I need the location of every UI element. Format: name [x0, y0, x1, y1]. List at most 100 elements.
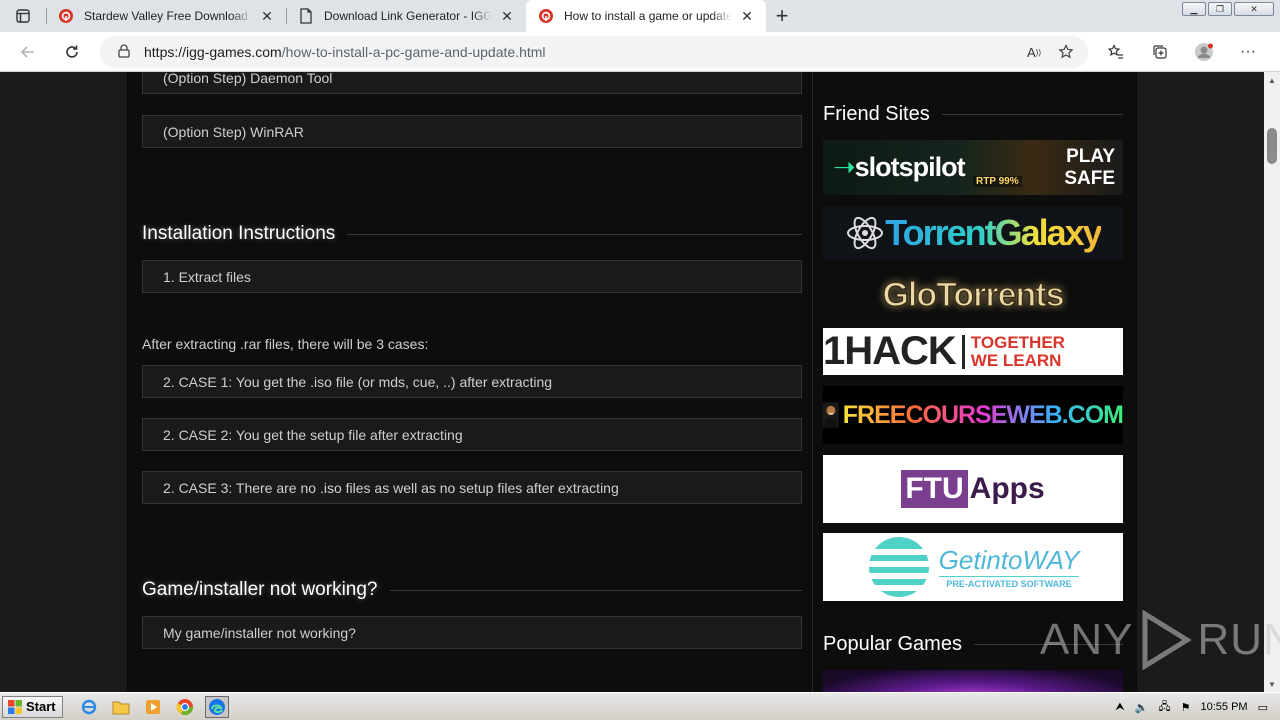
after-extract-text: After extracting .rar files, there will … [142, 336, 429, 352]
start-button[interactable]: Start [2, 695, 63, 718]
edge-taskbar-icon[interactable] [204, 695, 229, 718]
tab-separator [286, 8, 287, 24]
media-taskbar-icon[interactable] [141, 696, 165, 718]
page-icon [298, 8, 314, 24]
windows-taskbar: Start ⮝ 🔈 🖧 ⚑ 10:55 PM ▭ [0, 692, 1280, 720]
toolbar-right: ··· [1100, 36, 1264, 68]
favorites-icon[interactable] [1100, 36, 1132, 68]
back-button[interactable] [12, 36, 44, 68]
play-triangle-icon [1142, 610, 1193, 670]
case-2-item[interactable]: 2. CASE 2: You get the setup file after … [142, 418, 802, 451]
getintoway-globe-icon [868, 537, 929, 597]
getintoway-logo: GetintoWAY [938, 545, 1080, 575]
glotorrents-logo: GloTorrents [882, 275, 1066, 315]
watermark-left: ANY [1040, 615, 1134, 664]
getintoway-text: GetintoWAY PRE-ACTIVATED SOFTWARE [938, 545, 1080, 589]
tab-close-icon[interactable]: ✕ [738, 7, 756, 25]
add-favorite-icon[interactable] [1054, 40, 1078, 64]
tab-separator [46, 8, 47, 24]
ftuapps-banner[interactable]: FTU Apps [823, 455, 1123, 523]
igg-favicon-icon [58, 8, 74, 24]
restore-button[interactable]: ❐ [1208, 2, 1232, 16]
tab-close-icon[interactable]: ✕ [498, 7, 516, 25]
minimize-button[interactable]: ▁ [1182, 2, 1206, 16]
tab-title: How to install a game or update? [564, 9, 732, 23]
scroll-thumb[interactable] [1267, 128, 1277, 164]
back-arrow-icon [20, 46, 34, 58]
freecourseweb-banner[interactable]: FREECOURSEWEB.COM [823, 386, 1123, 444]
heading-rule [347, 233, 802, 235]
tab-link-generator[interactable]: Download Link Generator - IGGGAMES ✕ [286, 0, 526, 32]
case-3-item[interactable]: 2. CASE 3: There are no .iso files as we… [142, 471, 802, 504]
anyrun-watermark: ANY RUN [1040, 610, 1280, 670]
refresh-icon [66, 45, 78, 58]
option-daemon-tool[interactable]: (Option Step) Daemon Tool [142, 72, 802, 94]
tray-expand-icon[interactable]: ⮝ [1115, 701, 1124, 714]
url-path: /how-to-install-a-pc-game-and-update.htm… [281, 44, 546, 60]
slotspilot-banner[interactable]: ➝slotspilot RTP 99% PLAY SAFE [823, 140, 1123, 195]
ie-taskbar-icon[interactable] [77, 696, 101, 718]
onehack-divider [961, 334, 965, 369]
not-working-heading: Game/installer not working? [142, 579, 802, 601]
getintoway-banner[interactable]: GetintoWAY PRE-ACTIVATED SOFTWARE [823, 533, 1123, 601]
ftuapps-ftu: FTU [901, 470, 968, 508]
installation-heading-text: Installation Instructions [142, 223, 336, 244]
tray-network-icon[interactable]: 🖧 [1158, 698, 1170, 717]
refresh-button[interactable] [56, 36, 88, 68]
glotorrents-banner[interactable]: GloTorrents [823, 270, 1123, 320]
chrome-taskbar-icon[interactable] [173, 696, 197, 718]
collections-icon[interactable] [1144, 36, 1176, 68]
watermark-right: RUN [1197, 615, 1280, 664]
folder-taskbar-icon[interactable] [109, 696, 133, 718]
onehack-logo: 1HACK [823, 329, 957, 373]
popular-game-thumbnail[interactable] [823, 670, 1123, 692]
browser-toolbar: https://igg-games.com/how-to-install-a-p… [0, 32, 1280, 72]
slotspilot-mark-icon: ➝ [833, 152, 856, 182]
tab-actions-button[interactable] [0, 0, 46, 32]
onehack-slogan: TOGETHER WE LEARN [970, 332, 1065, 370]
tab-strip: Stardew Valley Free Download (v1 ✕ Downl… [0, 0, 1280, 32]
scroll-down-icon[interactable]: ▼ [1264, 676, 1280, 692]
not-working-item[interactable]: My game/installer not working? [142, 616, 802, 649]
profile-avatar[interactable] [1188, 36, 1220, 68]
system-tray: ⮝ 🔈 🖧 ⚑ 10:55 PM ▭ [1115, 695, 1280, 719]
tab-title: Download Link Generator - IGGGAMES [324, 9, 492, 23]
address-bar[interactable]: https://igg-games.com/how-to-install-a-p… [100, 36, 1088, 68]
url-host: https://igg-games.com [144, 44, 282, 60]
installation-heading: Installation Instructions [142, 223, 802, 245]
option-winrar[interactable]: (Option Step) WinRAR [142, 115, 802, 148]
scroll-up-icon[interactable]: ▲ [1264, 72, 1280, 88]
tab-close-icon[interactable]: ✕ [258, 7, 276, 25]
page-scrollbar[interactable]: ▲ ▼ [1264, 72, 1280, 692]
onehack-banner[interactable]: 1HACK TOGETHER WE LEARN [823, 328, 1123, 375]
read-aloud-icon[interactable]: A)) [1022, 40, 1046, 64]
show-desktop-icon[interactable]: ▭ [1258, 701, 1268, 714]
ftuapps-apps: Apps [969, 472, 1045, 505]
friend-sites-heading: Friend Sites [823, 103, 1123, 126]
popular-games-heading-text: Popular Games [823, 633, 962, 655]
article-content: (Option Step) Daemon Tool (Option Step) … [127, 72, 812, 692]
sidebar: Friend Sites ➝slotspilot RTP 99% PLAY SAF… [812, 72, 1137, 692]
slotspilot-rtp-badge: RTP 99% [973, 176, 1022, 187]
atom-icon [847, 216, 884, 250]
case-1-item[interactable]: 2. CASE 1: You get the .iso file (or mds… [142, 365, 802, 398]
torrentgalaxy-banner[interactable]: TorrentGalaxy [823, 206, 1123, 260]
window-close-button[interactable]: ✕ [1234, 2, 1274, 16]
tray-clock[interactable]: 10:55 PM [1201, 701, 1248, 713]
getintoway-subtitle: PRE-ACTIVATED SOFTWARE [938, 576, 1080, 589]
tray-flag-icon[interactable]: ⚑ [1181, 701, 1191, 714]
page-viewport: (Option Step) Daemon Tool (Option Step) … [0, 72, 1264, 692]
slotspilot-logo: ➝slotspilot [833, 152, 966, 182]
new-tab-button[interactable]: + [766, 0, 798, 32]
window-controls: ▁ ❐ ✕ [1182, 2, 1274, 16]
address-bar-actions: A)) [1022, 40, 1078, 64]
tab-stardew[interactable]: Stardew Valley Free Download (v1 ✕ [46, 0, 286, 32]
tray-volume-icon[interactable]: 🔈 [1135, 701, 1149, 714]
igg-favicon-icon [538, 8, 554, 24]
slotspilot-play-safe: PLAY SAFE [1064, 146, 1115, 189]
heading-rule [941, 114, 1123, 115]
settings-more-icon[interactable]: ··· [1232, 36, 1264, 68]
tab-how-to-install[interactable]: How to install a game or update? ✕ [526, 0, 766, 32]
step-extract-files[interactable]: 1. Extract files [142, 260, 802, 293]
lock-icon [118, 43, 130, 61]
